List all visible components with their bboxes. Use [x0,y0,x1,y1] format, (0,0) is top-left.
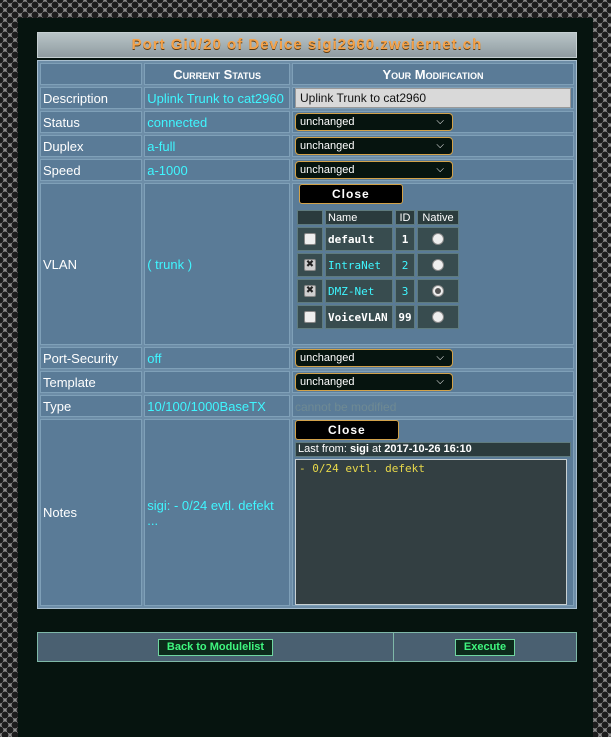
vlan-native-radio-default[interactable] [432,233,444,246]
vlan-name: DMZ-Net [325,279,393,303]
label-duplex: Duplex [40,135,143,157]
vlan-native-radio-intranet[interactable] [432,259,444,272]
current-speed: a-1000 [144,159,290,181]
current-status: connected [144,111,290,133]
vlan-row: ✖ DMZ-Net 3 [297,279,459,303]
description-input[interactable]: Uplink Trunk to cat2960 [295,88,571,108]
vlan-name: VoiceVLAN [325,305,393,329]
template-select-value: unchanged [300,376,355,388]
chevron-down-icon: ⌵ [436,164,444,175]
vlan-name: IntraNet [325,253,393,277]
duplex-select[interactable]: unchanged ⌵ [295,137,453,155]
vlan-id: 1 [395,227,415,251]
last-from-prefix: Last from: [298,443,347,455]
vlan-header-check [297,210,323,225]
duplex-select-value: unchanged [300,140,355,152]
template-select[interactable]: unchanged ⌵ [295,373,453,391]
label-template: Template [40,371,143,393]
current-type: 10/100/1000BaseTX [144,395,290,417]
current-port-security: off [144,347,290,369]
type-not-modifiable-note: cannot be modified [295,399,397,414]
vlan-header-id: ID [395,210,415,225]
notes-close-button[interactable]: Close [295,420,399,440]
chevron-down-icon: ⌵ [436,116,444,127]
vlan-id: 99 [395,305,415,329]
back-to-modulelist-button[interactable]: Back to Modulelist [157,638,274,656]
page-frame: Port Gi0/20 of Device sigi2960.zweiernet… [18,18,593,737]
vlan-row: VoiceVLAN 99 [297,305,459,329]
notes-textarea[interactable]: - 0/24 evtl. defekt [295,459,567,605]
chevron-down-icon: ⌵ [436,376,444,387]
execute-button[interactable]: Execute [454,638,516,656]
vlan-id: 2 [395,253,415,277]
port-settings-table: Current Status Your Modification Descrip… [37,60,577,609]
label-vlan: VLAN [40,183,143,345]
vlan-native-radio-dmz-net[interactable] [432,285,444,298]
vlan-native-radio-voicevlan[interactable] [432,311,444,324]
status-select-value: unchanged [300,116,355,128]
vlan-table: Name ID Native default 1 ✖ IntraNet 2 ✖ … [295,208,461,331]
current-notes: sigi: - 0/24 evtl. defekt ... [144,419,290,606]
vlan-row: ✖ IntraNet 2 [297,253,459,277]
header-your-modification: Your Modification [292,63,574,85]
action-bar-left: Back to Modulelist [38,633,394,661]
port-security-select[interactable]: unchanged ⌵ [295,349,453,367]
last-from-at: at [371,443,382,455]
vlan-checkbox-default[interactable] [304,233,316,246]
speed-select-value: unchanged [300,164,355,176]
last-from-user: sigi [349,443,369,455]
current-description: Uplink Trunk to cat2960 [144,87,290,109]
last-from-time: 2017-10-26 16:10 [384,443,472,455]
port-security-select-value: unchanged [300,352,355,364]
header-current-status: Current Status [144,63,290,85]
label-description: Description [40,87,143,109]
label-notes: Notes [40,419,143,606]
current-duplex: a-full [144,135,290,157]
label-speed: Speed [40,159,143,181]
current-template [144,371,290,393]
label-type: Type [40,395,143,417]
chevron-down-icon: ⌵ [436,352,444,363]
status-select[interactable]: unchanged ⌵ [295,113,453,131]
page-title: Port Gi0/20 of Device sigi2960.zweiernet… [37,32,577,58]
vlan-checkbox-dmz-net[interactable]: ✖ [304,285,316,298]
vlan-checkbox-intranet[interactable]: ✖ [304,259,316,272]
action-bar: Back to Modulelist Execute [37,632,577,662]
action-bar-right: Execute [394,633,576,661]
notes-last-from: Last from: sigi at 2017-10-26 16:10 [295,442,571,457]
label-port-security: Port-Security [40,347,143,369]
header-blank [40,63,143,85]
vlan-row: default 1 [297,227,459,251]
current-vlan: ( trunk ) [144,183,290,345]
chevron-down-icon: ⌵ [436,140,444,151]
vlan-header-native: Native [417,210,459,225]
vlan-name: default [325,227,393,251]
label-status: Status [40,111,143,133]
vlan-close-button[interactable]: Close [299,184,403,204]
vlan-header-name: Name [325,210,393,225]
vlan-id: 3 [395,279,415,303]
vlan-checkbox-voicevlan[interactable] [304,311,316,324]
speed-select[interactable]: unchanged ⌵ [295,161,453,179]
